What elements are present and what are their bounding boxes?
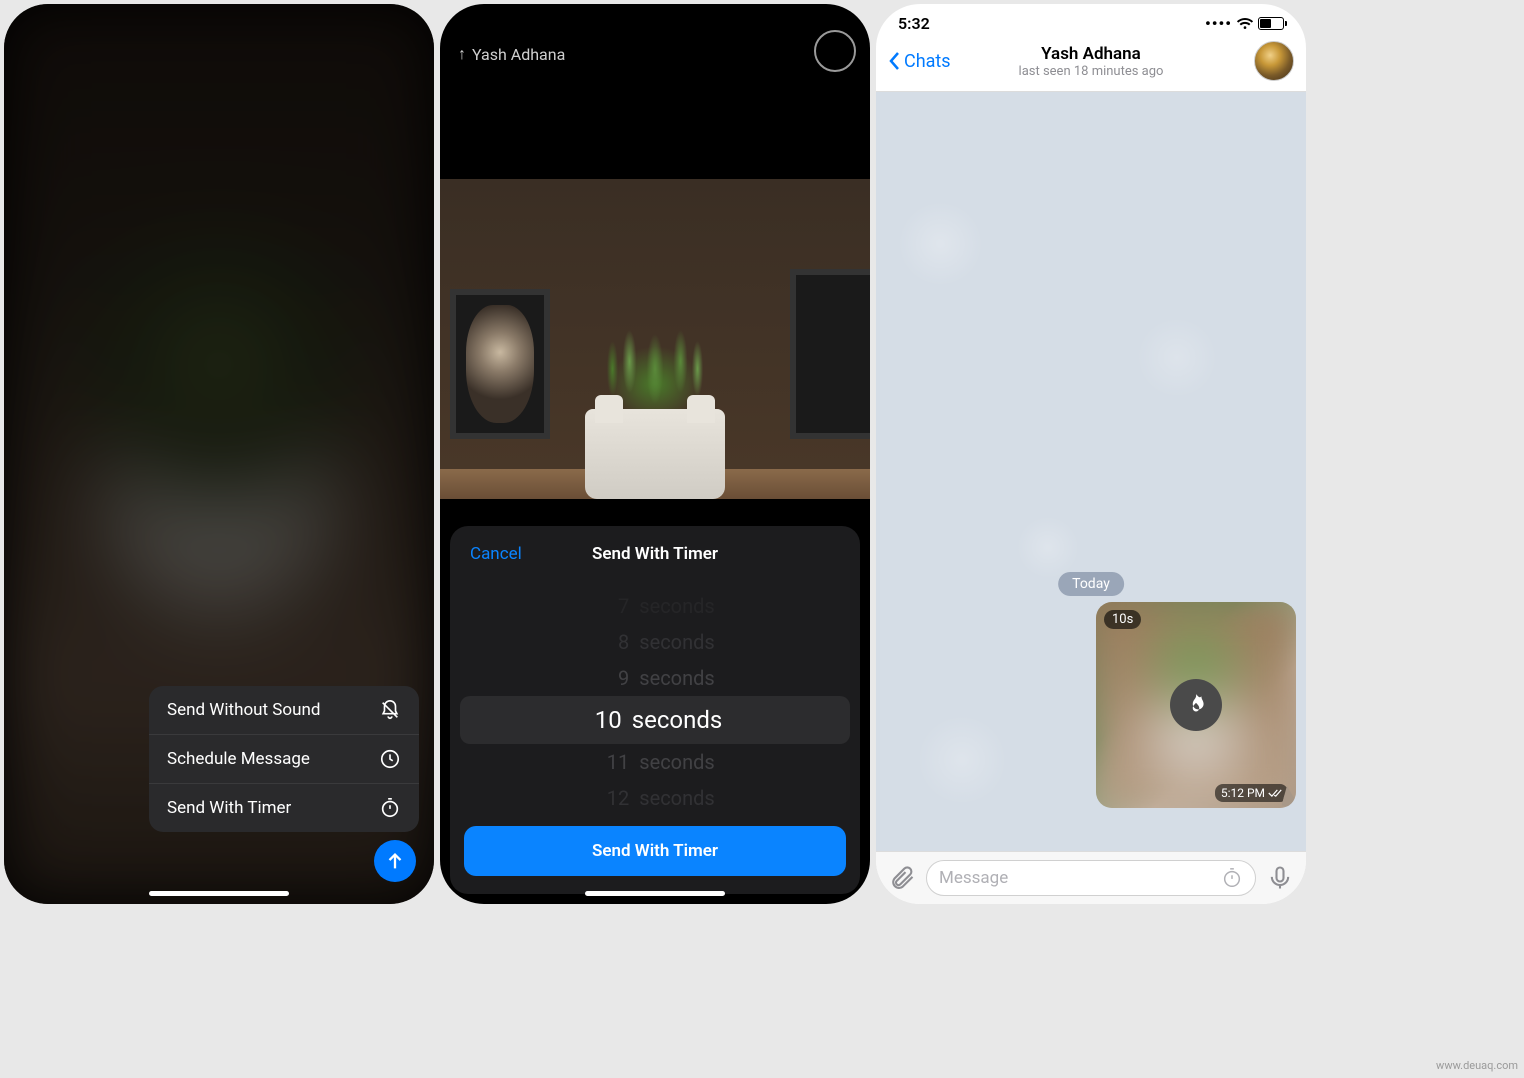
plant-pot [570, 279, 740, 499]
picker-option[interactable]: 7seconds [450, 588, 860, 624]
status-bar: 5:32 •••• [876, 4, 1306, 35]
menu-item-label: Send With Timer [167, 798, 291, 818]
duration-picker[interactable]: 7seconds 8seconds 9seconds 10seconds 11s… [450, 588, 860, 808]
chevron-left-icon [888, 51, 900, 71]
processing-ring-icon [814, 30, 856, 72]
screenshot-2-timer-picker: ↑ Yash Adhana Cancel Send With Timer 7se… [440, 4, 870, 904]
timer-sheet: Cancel Send With Timer 7seconds 8seconds… [450, 526, 860, 894]
wall-frame-left [450, 289, 550, 439]
timer-badge: 10s [1104, 610, 1141, 629]
picker-option[interactable]: 9seconds [450, 660, 860, 696]
date-pill: Today [1058, 572, 1124, 596]
home-indicator [585, 891, 725, 896]
send-button[interactable] [374, 840, 416, 882]
clock-icon [379, 748, 401, 770]
cancel-button[interactable]: Cancel [470, 544, 522, 564]
screenshot-3-chat: 5:32 •••• Chats Yash Adhana last seen 18… [876, 4, 1306, 904]
watermark: www.deuaq.com [1436, 1059, 1518, 1072]
status-time: 5:32 [898, 14, 930, 33]
wifi-icon [1236, 17, 1254, 31]
picker-option[interactable]: 8seconds [450, 624, 860, 660]
chat-nav-bar: Chats Yash Adhana last seen 18 minutes a… [876, 35, 1306, 92]
stopwatch-icon [379, 797, 401, 819]
arrow-up-icon [384, 850, 406, 872]
disappearing-photo-message[interactable]: 10s 5:12 PM [1096, 602, 1296, 808]
chat-title[interactable]: Yash Adhana last seen 18 minutes ago [1019, 44, 1164, 79]
message-input-bar: Message [876, 851, 1306, 904]
attach-icon[interactable] [888, 864, 916, 892]
message-input[interactable]: Message [926, 860, 1256, 896]
bell-slash-icon [379, 699, 401, 721]
send-with-timer-button[interactable]: Send With Timer [464, 826, 846, 876]
home-indicator [149, 891, 289, 896]
send-options-menu: Send Without Sound Schedule Message Send… [149, 686, 419, 832]
send-with-timer-option[interactable]: Send With Timer [149, 784, 419, 832]
check-icon [1268, 788, 1282, 798]
input-placeholder: Message [939, 868, 1008, 888]
contact-avatar[interactable] [1254, 41, 1294, 81]
send-without-sound-option[interactable]: Send Without Sound [149, 686, 419, 735]
stopwatch-icon[interactable] [1221, 867, 1243, 889]
picker-option-selected[interactable]: 10seconds [460, 696, 850, 744]
recipient-name: Yash Adhana [472, 45, 565, 64]
photo-preview [440, 179, 870, 499]
signal-icon: •••• [1205, 14, 1232, 33]
chat-area[interactable]: Today 10s 5:12 PM [876, 92, 1306, 851]
schedule-message-option[interactable]: Schedule Message [149, 735, 419, 784]
picker-option[interactable]: 12seconds [450, 780, 860, 808]
menu-item-label: Send Without Sound [167, 700, 320, 720]
picker-option[interactable]: 11seconds [450, 744, 860, 780]
sheet-title: Send With Timer [592, 544, 718, 564]
message-timestamp: 5:12 PM [1215, 784, 1288, 802]
wall-frame-right [790, 269, 870, 439]
mic-icon[interactable] [1266, 864, 1294, 892]
recipient-header[interactable]: ↑ Yash Adhana [458, 44, 565, 64]
last-seen: last seen 18 minutes ago [1019, 64, 1164, 79]
up-arrow-icon: ↑ [458, 44, 466, 64]
menu-item-label: Schedule Message [167, 749, 310, 769]
back-to-chats-button[interactable]: Chats [888, 51, 951, 72]
contact-name: Yash Adhana [1019, 44, 1164, 64]
screenshot-1-send-menu: Send Without Sound Schedule Message Send… [4, 4, 434, 904]
battery-icon [1258, 17, 1284, 30]
flame-icon [1170, 679, 1222, 731]
back-label: Chats [904, 51, 951, 72]
